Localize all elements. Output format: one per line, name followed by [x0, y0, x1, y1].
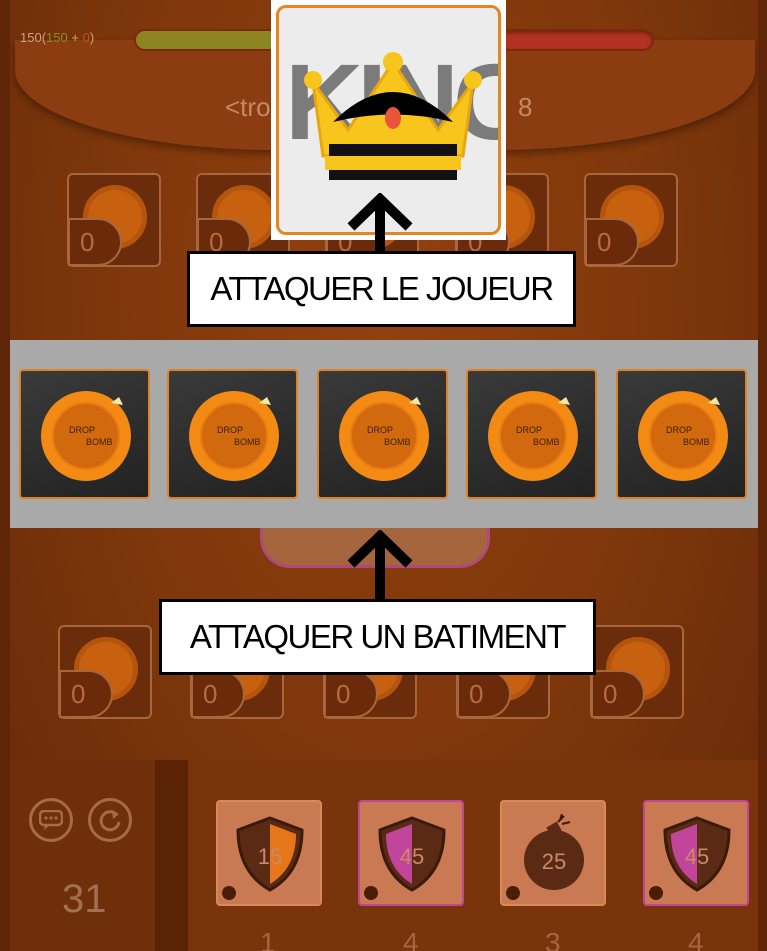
opponent-score: 8: [518, 92, 533, 122]
player-slot-5[interactable]: 0: [590, 625, 684, 719]
hp-bonus: 0: [82, 30, 90, 45]
turn-counter: 31: [62, 877, 107, 921]
drop-bomb-icon: DROP BOMB: [41, 391, 131, 481]
bomb-label-bottom: BOMB: [234, 437, 261, 447]
arrow-up-icon: [347, 193, 413, 253]
attack-building-callout: ATTAQUER UN BATIMENT: [159, 599, 596, 675]
slot-count: 0: [324, 670, 378, 718]
card-count: 3: [545, 927, 561, 951]
shield-icon: 45: [663, 816, 731, 892]
bomb-label-top: DROP: [516, 425, 542, 435]
refresh-icon: [99, 810, 121, 832]
hp-readout: 150(150 + 0): [20, 30, 94, 45]
card-value: 45: [685, 844, 709, 869]
bomb-label-bottom: BOMB: [533, 437, 560, 447]
chat-icon: [38, 809, 64, 830]
bomb-label-top: DROP: [666, 425, 692, 435]
card-tag: [364, 886, 378, 900]
shield-icon: 45: [378, 816, 446, 892]
card-count: 1: [260, 927, 276, 951]
hp-bar-fill: [136, 31, 286, 49]
hp-plus: +: [67, 30, 83, 45]
bomb-cell-1[interactable]: DROP BOMB: [19, 369, 150, 499]
chat-button[interactable]: [29, 798, 73, 842]
defense-card-1[interactable]: 15: [216, 800, 322, 906]
opponent-slot-1[interactable]: 0: [67, 173, 161, 267]
opponent-name: <trol: [225, 92, 277, 122]
card-tag: [506, 886, 520, 900]
bomb-label-top: DROP: [69, 425, 95, 435]
card-count: 4: [688, 927, 704, 951]
drop-bomb-icon: DROP BOMB: [638, 391, 728, 481]
hp-total: 150: [20, 30, 42, 45]
slot-count: 0: [68, 218, 122, 266]
slot-count: 0: [591, 670, 645, 718]
bomb-icon: 25: [524, 814, 584, 890]
slot-count: 0: [59, 670, 113, 718]
arrow-up-icon: [347, 530, 413, 600]
bomb-label-top: DROP: [367, 425, 393, 435]
hp-base: 150: [46, 30, 68, 45]
bomb-cell-4[interactable]: DROP BOMB: [466, 369, 597, 499]
card-count: 4: [403, 927, 419, 951]
refresh-button[interactable]: [88, 798, 132, 842]
slot-count: 0: [191, 670, 245, 718]
slot-count: 0: [457, 670, 511, 718]
attack-player-callout: ATTAQUER LE JOUEUR: [187, 251, 576, 327]
card-value: 45: [400, 844, 424, 869]
crown-icon: [304, 52, 482, 180]
bomb-cell-5[interactable]: DROP BOMB: [616, 369, 747, 499]
slot-count: 0: [585, 218, 639, 266]
drop-bomb-icon: DROP BOMB: [488, 391, 578, 481]
bomb-label-bottom: BOMB: [683, 437, 710, 447]
card-value: 15: [258, 844, 282, 869]
defense-card-4[interactable]: 45: [643, 800, 749, 906]
card-tag: [222, 886, 236, 900]
bomb-label-bottom: BOMB: [384, 437, 411, 447]
footer-divider: [155, 760, 188, 951]
card-value: 25: [542, 849, 566, 874]
opponent-slot-5[interactable]: 0: [584, 173, 678, 267]
bomb-label-top: DROP: [217, 425, 243, 435]
defense-card-2[interactable]: 45: [358, 800, 464, 906]
card-tag: [649, 886, 663, 900]
bomb-card-3[interactable]: 25: [500, 800, 606, 906]
bomb-cell-3[interactable]: DROP BOMB: [317, 369, 448, 499]
bomb-label-bottom: BOMB: [86, 437, 113, 447]
drop-bomb-icon: DROP BOMB: [339, 391, 429, 481]
footer-controls: [10, 760, 155, 951]
drop-bomb-icon: DROP BOMB: [189, 391, 279, 481]
player-slot-1[interactable]: 0: [58, 625, 152, 719]
bomb-cell-2[interactable]: DROP BOMB: [167, 369, 298, 499]
shield-icon: 15: [236, 816, 304, 892]
hp-close-paren: ): [89, 30, 95, 45]
